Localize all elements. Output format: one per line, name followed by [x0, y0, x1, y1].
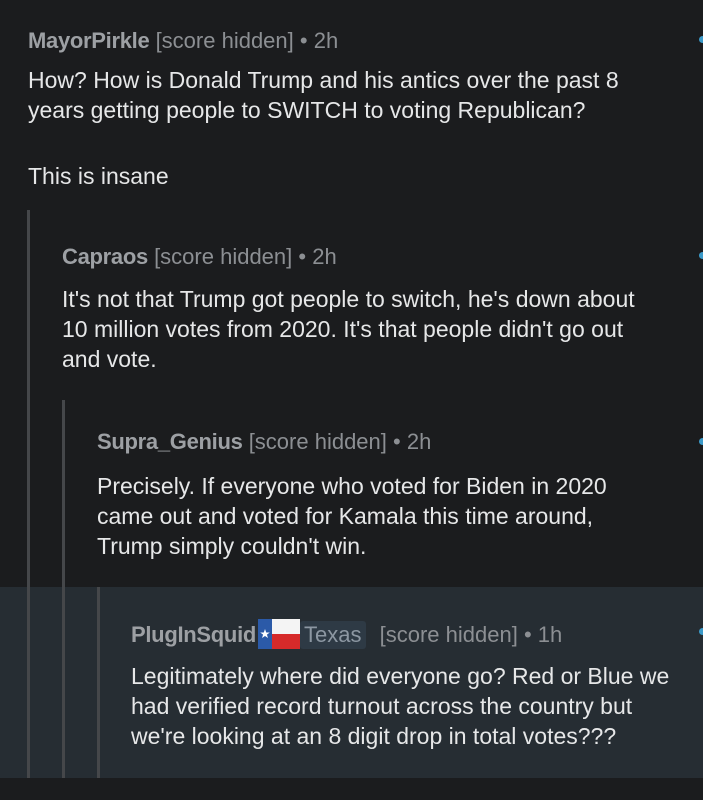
meta-separator: • [523, 622, 532, 647]
comment-line: came out and voted for Kamala this time … [97, 503, 594, 529]
thread-line[interactable] [27, 587, 30, 778]
comment-line: This is insane [28, 163, 169, 189]
new-comment-indicator-icon [699, 36, 703, 43]
comment-line: had verified record turnout across the c… [131, 693, 633, 719]
thread-line[interactable] [27, 210, 30, 400]
comment-line [28, 125, 619, 155]
thread-line[interactable] [62, 587, 65, 778]
comment-age: 1h [537, 622, 563, 647]
comment-author[interactable]: Supra_Genius [97, 429, 243, 454]
comment-line: 10 million votes from 2020. It's that pe… [62, 316, 624, 342]
comment[interactable]: PlugInSquid Texas [score hidden] • 1h Le… [0, 587, 703, 778]
comment-body: It's not that Trump got people to switch… [62, 284, 635, 374]
comment-meta: Supra_Genius [score hidden] • 2h [97, 428, 431, 456]
comment-meta: MayorPirkle [score hidden] • 2h [28, 27, 338, 55]
new-comment-indicator-icon [699, 252, 703, 259]
comment-meta: PlugInSquid Texas [score hidden] • 1h [131, 619, 562, 649]
meta-separator: • [393, 429, 401, 454]
comment-age: 2h [313, 28, 339, 53]
thread-line[interactable] [97, 587, 100, 778]
meta-separator: • [299, 28, 308, 53]
new-comment-indicator-icon [699, 628, 703, 635]
comment[interactable]: Supra_Genius [score hidden] • 2h Precise… [0, 400, 703, 587]
comment-body: How? How is Donald Trump and his antics … [28, 65, 619, 191]
comment-meta: Capraos [score hidden] • 2h [62, 243, 337, 271]
comment-author[interactable]: MayorPirkle [28, 28, 150, 53]
comment-body: Legitimately where did everyone go? Red … [131, 661, 669, 751]
user-flair: Texas [300, 621, 366, 649]
comment-score: [score hidden] [155, 28, 294, 53]
comment-line: Precisely. If everyone who voted for Bid… [97, 473, 607, 499]
comment-age: 2h [406, 429, 432, 454]
comment-score: [score hidden] [154, 244, 293, 269]
comment-score: [score hidden] [248, 429, 387, 454]
comment-author[interactable]: Capraos [62, 244, 148, 269]
thread-line[interactable] [27, 400, 30, 587]
comment-line: Legitimately where did everyone go? Red … [131, 663, 670, 689]
comment-author[interactable]: PlugInSquid [131, 622, 256, 647]
comment-line: years getting people to SWITCH to voting… [28, 97, 586, 123]
comment-line: we're looking at an 8 digit drop in tota… [131, 723, 617, 749]
meta-separator: • [298, 244, 307, 269]
comment-body: Precisely. If everyone who voted for Bid… [97, 471, 607, 561]
comment[interactable]: MayorPirkle [score hidden] • 2h How? How… [0, 0, 703, 210]
thread-line[interactable] [62, 400, 65, 587]
comment-line: Trump simply couldn't win. [97, 533, 367, 559]
comment-age: 2h [312, 244, 337, 269]
comment-line: It's not that Trump got people to switch… [62, 286, 635, 312]
comment-score: [score hidden] [379, 622, 518, 647]
comment-line: and vote. [62, 346, 157, 372]
comment[interactable]: Capraos [score hidden] • 2h It's not tha… [0, 210, 703, 400]
new-comment-indicator-icon [699, 438, 703, 445]
comment-line: How? How is Donald Trump and his antics … [28, 67, 619, 93]
texas-flag-icon [258, 619, 301, 649]
